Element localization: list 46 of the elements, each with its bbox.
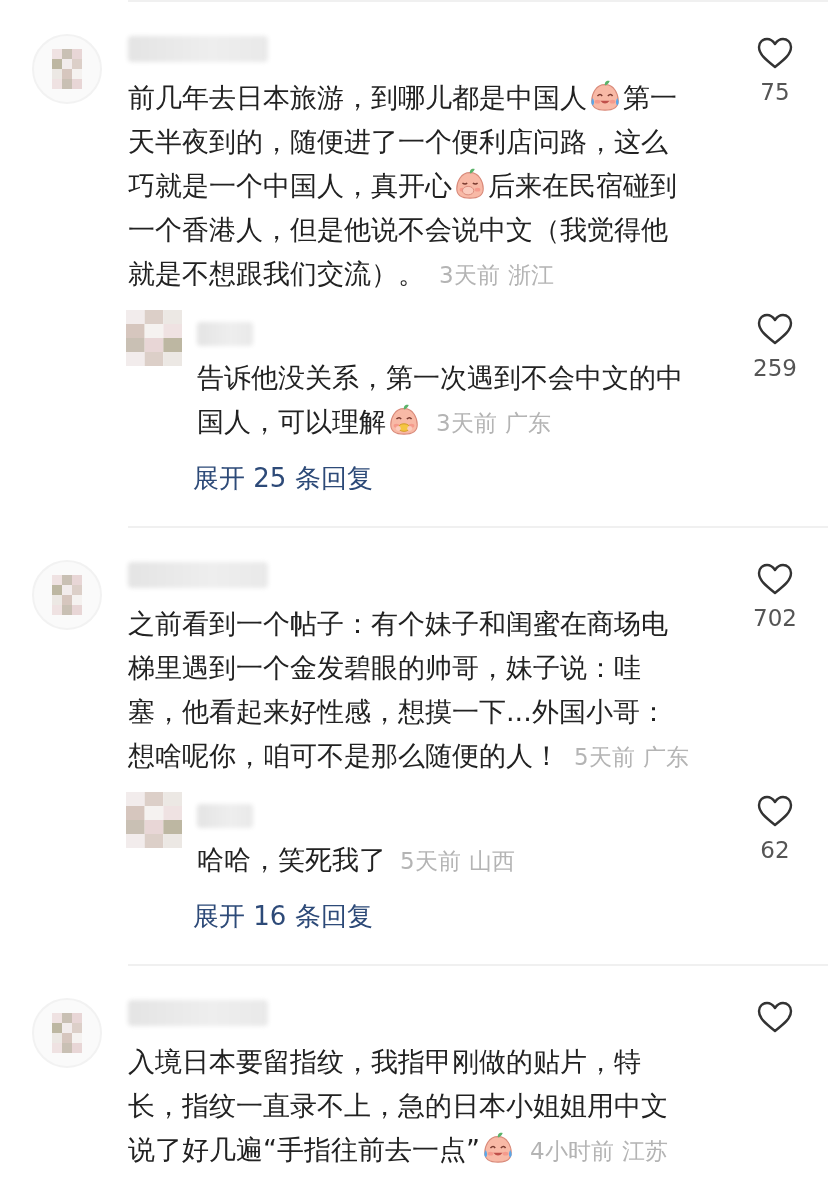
crying-laughing-emoji-icon [481, 1131, 515, 1165]
comment-text: 一个香港人，但是他说不会说中文（我觉得他 [128, 214, 668, 245]
comment-time: 5天前 [400, 848, 461, 874]
comment-text: 想啥呢你，咱可不是那么随便的人！ [128, 740, 560, 771]
comment-location: 江苏 [621, 1138, 668, 1164]
heart-icon[interactable] [756, 794, 794, 828]
like-count: 259 [753, 354, 797, 383]
avatar-icon [126, 310, 182, 366]
comment-text: 塞，他看起来好性感，想摸一下...外国小哥： [128, 696, 667, 727]
expand-replies-link[interactable]: 展开 25 条回复 [193, 456, 373, 500]
giggling-emoji-icon [453, 167, 487, 201]
heart-icon[interactable] [756, 562, 794, 596]
comment-time: 3天前 [436, 410, 497, 436]
comment-text: 之前看到一个帖子：有个妹子和闺蜜在商场电 [128, 608, 668, 639]
like-count: 75 [760, 78, 790, 107]
heart-icon[interactable] [756, 36, 794, 70]
hugging-emoji-icon [387, 403, 421, 437]
comment-text: 入境日本要留指纹，我指甲刚做的贴片，特 [128, 1046, 641, 1077]
blurred-name [197, 804, 253, 828]
comment-text: 说了好几遍“手指往前去一点” [128, 1134, 480, 1165]
comment-text: 国人，可以理解 [197, 406, 386, 437]
comment-time: 5天前 [574, 744, 635, 770]
comment-location: 山西 [468, 848, 515, 874]
like-count: 702 [753, 604, 797, 633]
comment-time: 3天前 [439, 262, 500, 288]
comment-location: 广东 [504, 410, 551, 436]
like-count: 62 [760, 836, 790, 865]
expand-replies-link[interactable]: 展开 16 条回复 [193, 894, 373, 938]
comment-location: 浙江 [507, 262, 554, 288]
comment-text: 天半夜到的，随便进了一个便利店问路，这么 [128, 126, 668, 157]
comment-text: 长，指纹一直录不上，急的日本小姐姐用中文 [128, 1090, 668, 1121]
comment-text: 巧就是一个中国人，真开心 [128, 170, 452, 201]
avatar-icon [126, 792, 182, 848]
comment-text: 告诉他没关系，第一次遇到不会中文的中 [197, 362, 683, 393]
blurred-name [197, 322, 253, 346]
heart-icon[interactable] [756, 1000, 794, 1034]
comment-text: 第一 [623, 82, 677, 113]
crying-laughing-emoji-icon [588, 79, 622, 113]
comment-text: 梯里遇到一个金发碧眼的帅哥，妹子说：哇 [128, 652, 641, 683]
comment-text: 前几年去日本旅游，到哪儿都是中国人 [128, 82, 587, 113]
comment-time: 4小时前 [530, 1138, 614, 1164]
comment-location: 广东 [642, 744, 689, 770]
comment-text: 就是不想跟我们交流）。 [128, 258, 425, 289]
comment-text: 哈哈，笑死我了 [197, 844, 386, 875]
comment-text: 后来在民宿碰到 [488, 170, 677, 201]
heart-icon[interactable] [756, 312, 794, 346]
